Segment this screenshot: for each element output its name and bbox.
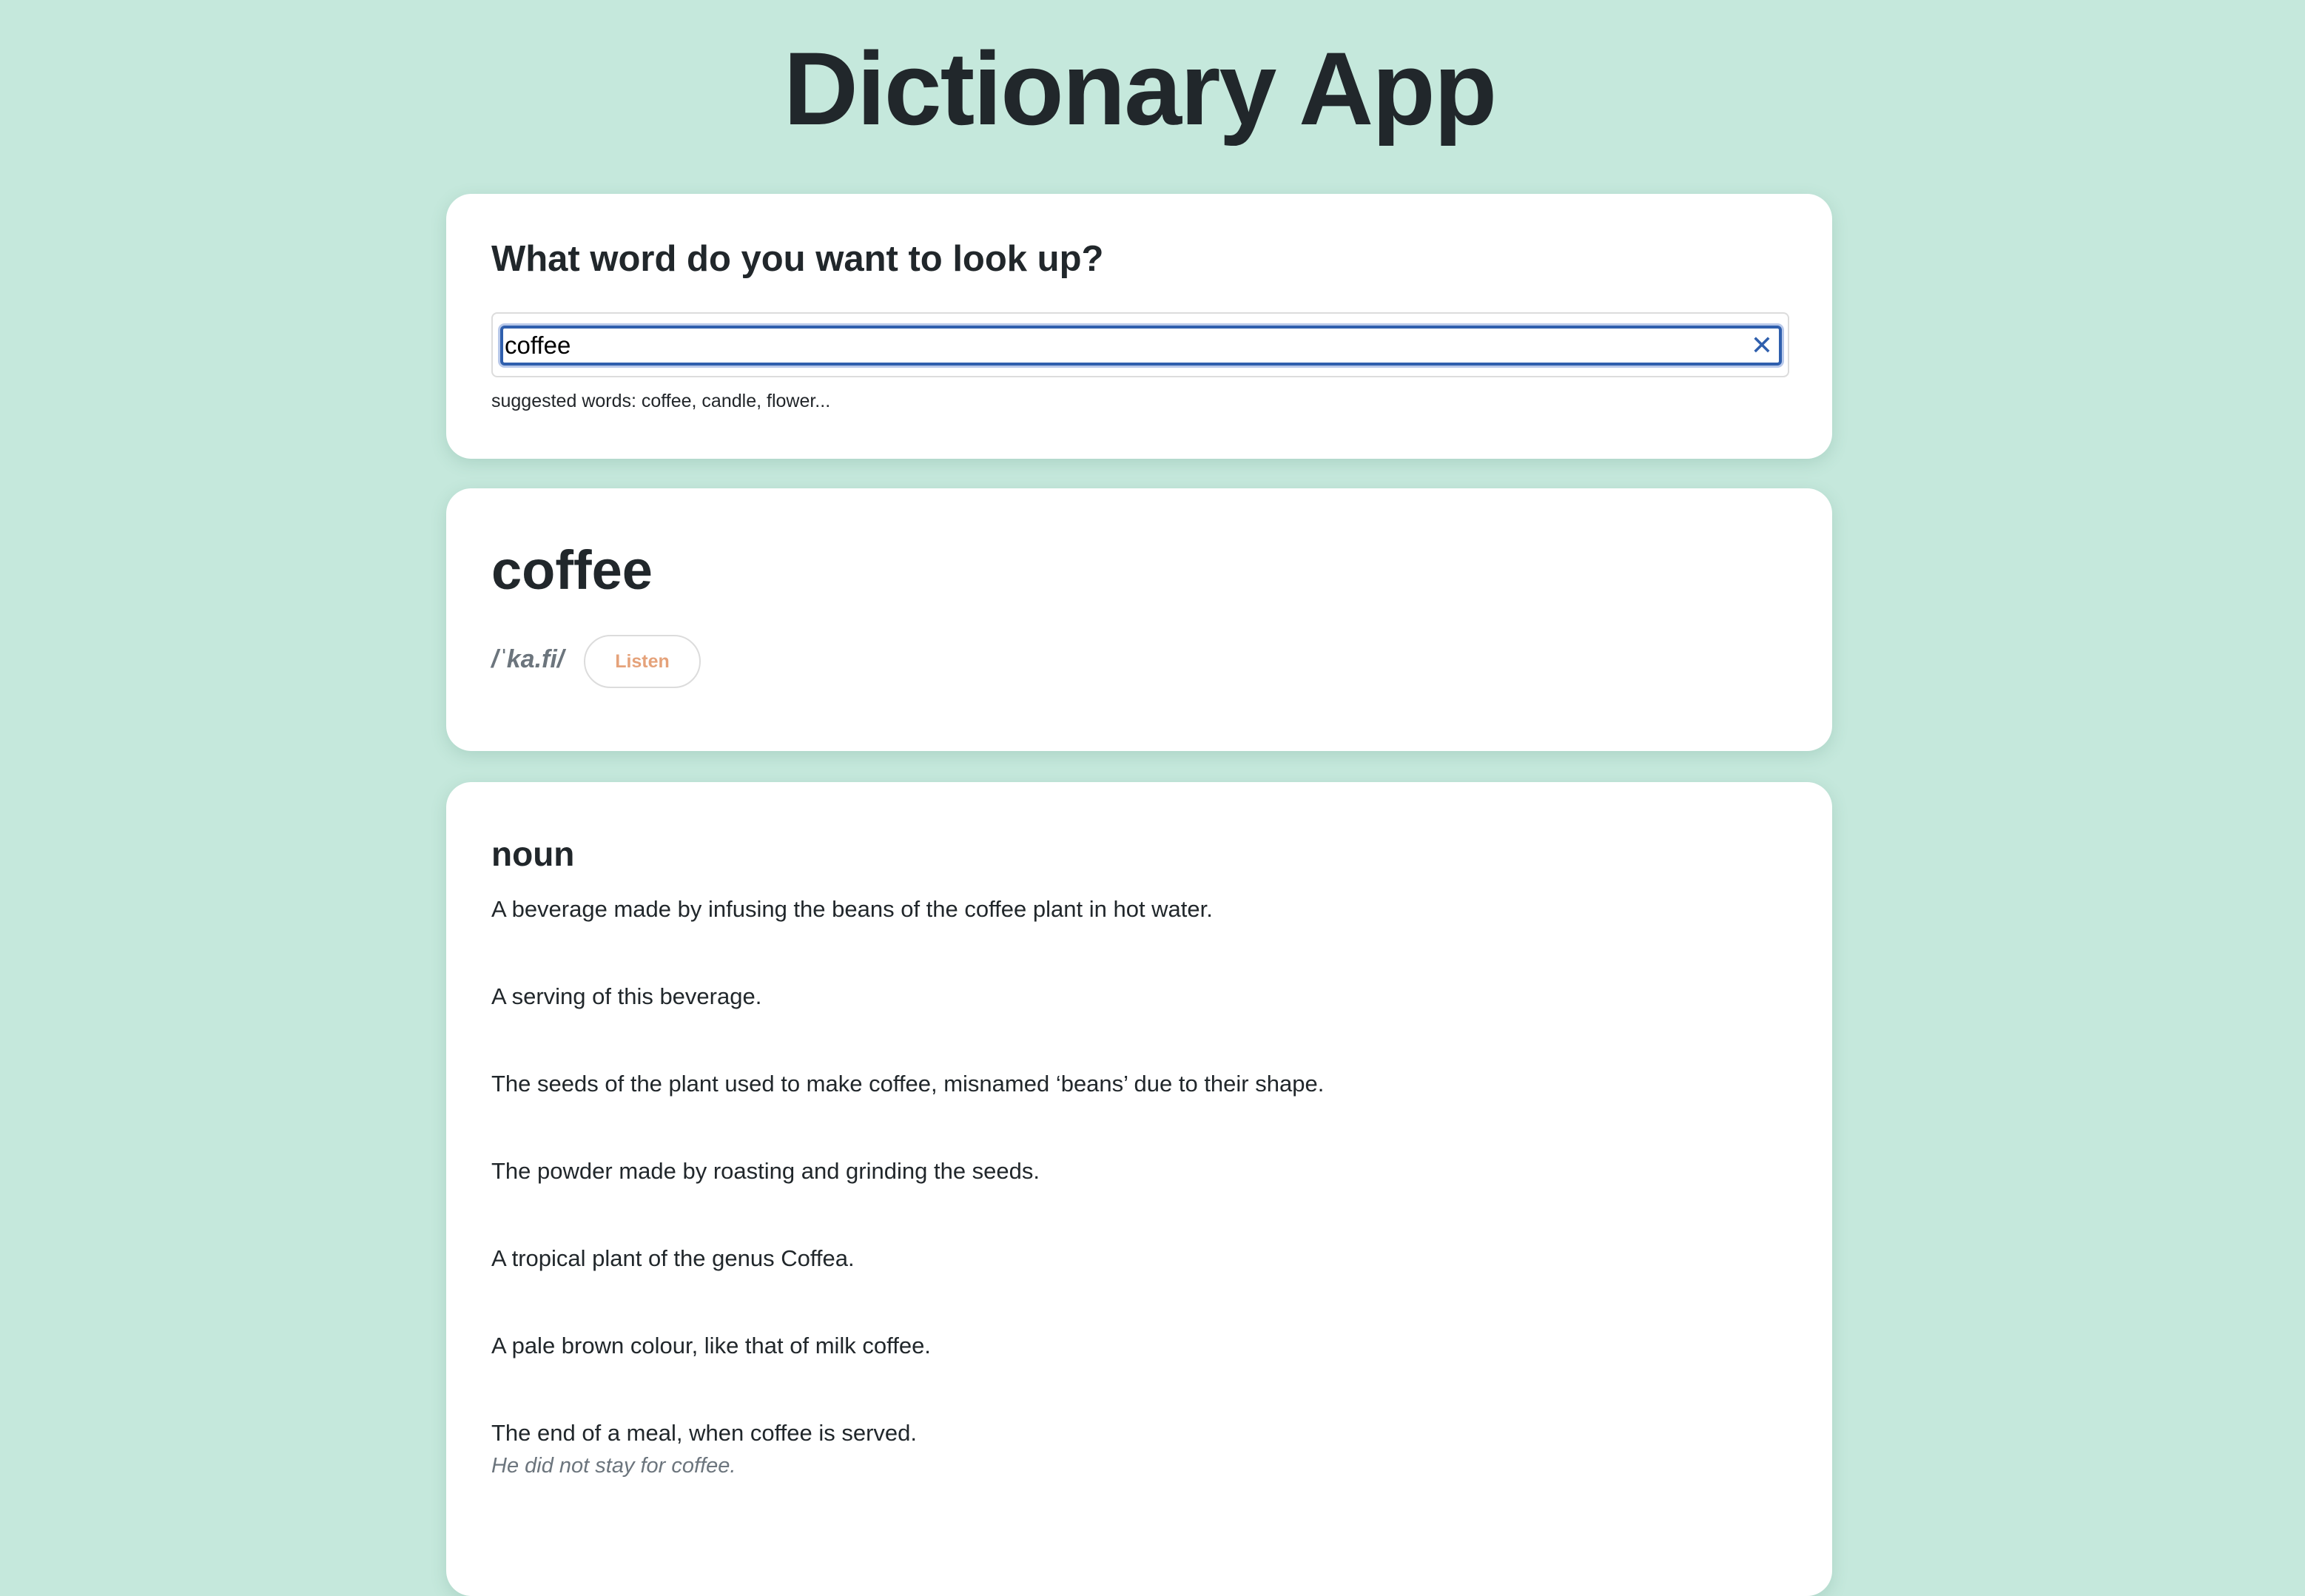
definition-text: A serving of this beverage. <box>491 983 762 1009</box>
search-card: What word do you want to look up? ✕ sugg… <box>446 194 1832 459</box>
definition-item: A pale brown colour, like that of milk c… <box>491 1330 1794 1417</box>
word-title: coffee <box>491 539 653 601</box>
suggested-words: suggested words: coffee, candle, flower.… <box>491 391 831 411</box>
part-of-speech: noun <box>491 835 575 873</box>
definition-item: The seeds of the plant used to make coff… <box>491 1068 1794 1155</box>
definition-item: A tropical plant of the genus Coffea. <box>491 1242 1794 1330</box>
definition-text: The end of a meal, when coffee is served… <box>491 1420 917 1446</box>
definition-text: A pale brown colour, like that of milk c… <box>491 1333 931 1358</box>
definition-text: The seeds of the plant used to make coff… <box>491 1071 1325 1097</box>
definition-text: A beverage made by infusing the beans of… <box>491 896 1213 922</box>
phonetic-text: /ˈka.fi/ <box>491 645 565 673</box>
definition-text: The powder made by roasting and grinding… <box>491 1158 1040 1184</box>
word-card: coffee /ˈka.fi/ Listen <box>446 488 1832 751</box>
definition-item: A serving of this beverage. <box>491 980 1794 1068</box>
definition-item: A beverage made by infusing the beans of… <box>491 893 1794 980</box>
meaning-card: noun A beverage made by infusing the bea… <box>446 782 1832 1596</box>
search-heading: What word do you want to look up? <box>491 239 1104 279</box>
app-title: Dictionary App <box>783 30 1497 147</box>
definition-item: The end of a meal, when coffee is served… <box>491 1417 1794 1504</box>
definition-text: A tropical plant of the genus Coffea. <box>491 1245 855 1271</box>
close-icon[interactable]: ✕ <box>1746 330 1777 361</box>
definition-example: He did not stay for coffee. <box>491 1454 736 1478</box>
listen-button[interactable]: Listen <box>584 635 701 688</box>
search-input[interactable] <box>500 326 1782 366</box>
search-field-frame: ✕ <box>491 312 1789 377</box>
definition-list: A beverage made by infusing the beans of… <box>491 893 1794 1504</box>
definition-item: The powder made by roasting and grinding… <box>491 1155 1794 1242</box>
